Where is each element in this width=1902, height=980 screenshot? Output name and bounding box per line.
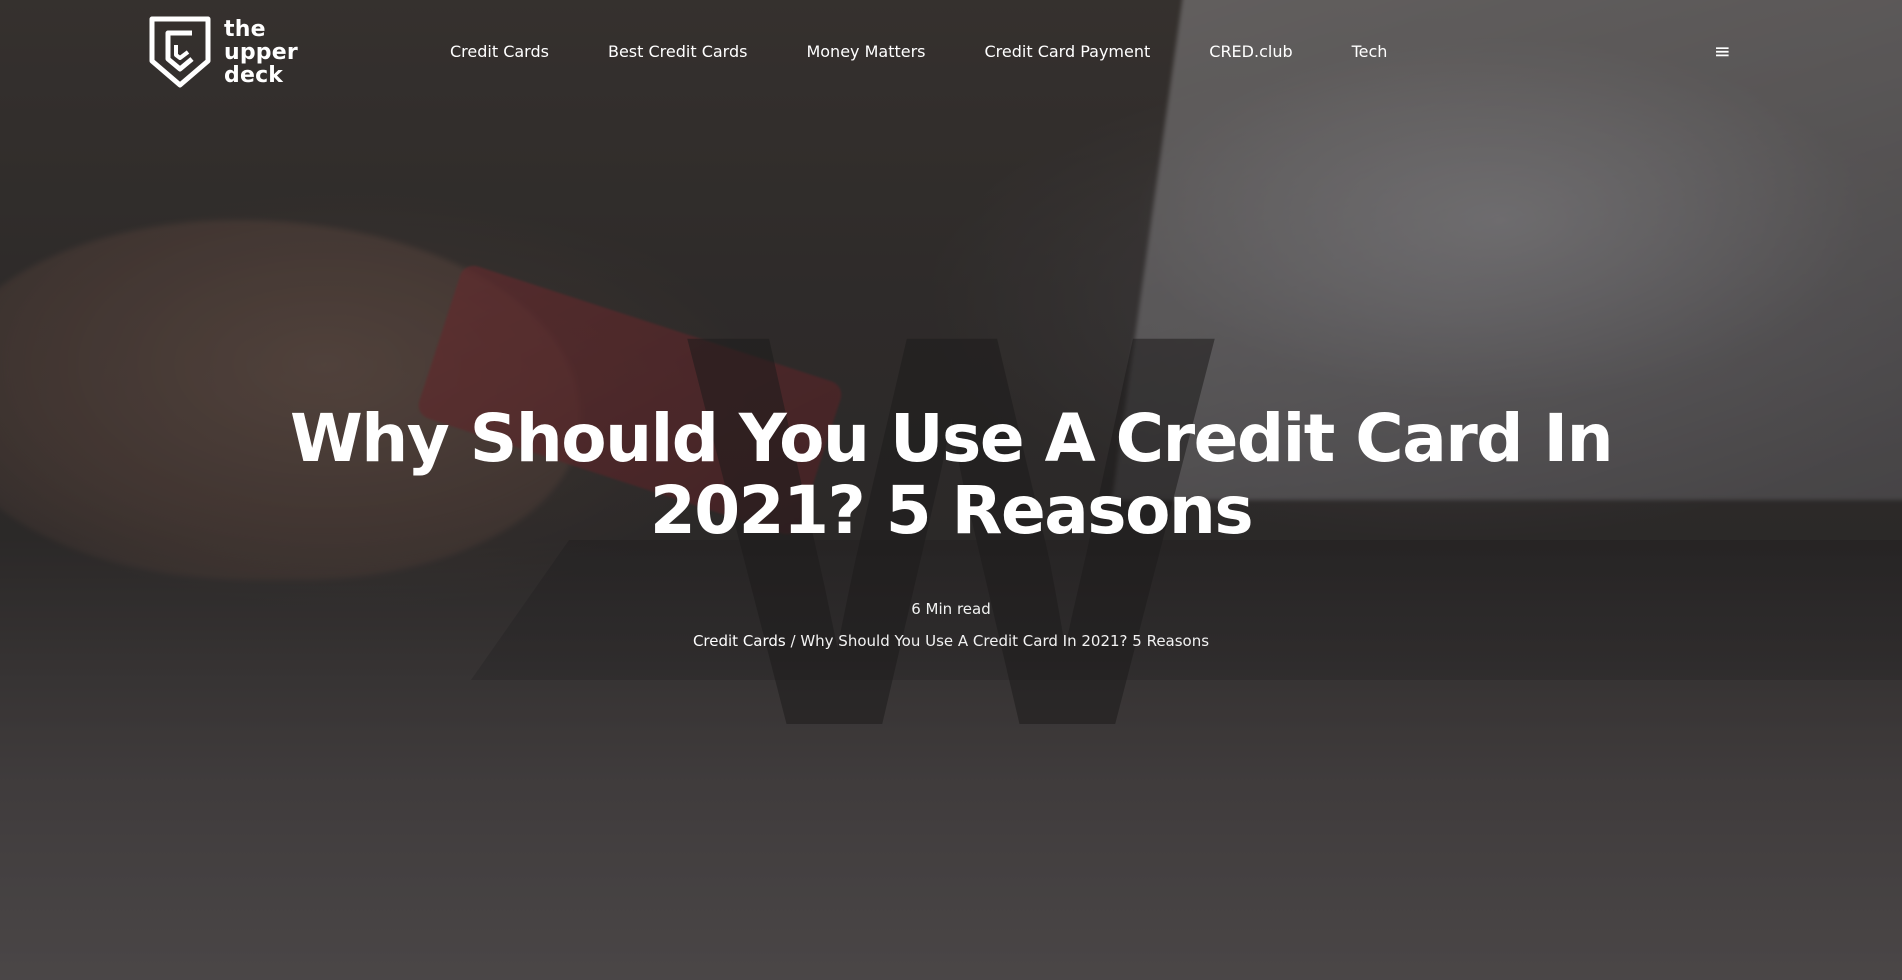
- nav-item-money-matters[interactable]: Money Matters: [806, 42, 925, 61]
- site-header: the upper deck Credit Cards Best Credit …: [0, 0, 1902, 106]
- site-logo[interactable]: the upper deck: [148, 15, 298, 89]
- logo-wordmark: the upper deck: [224, 18, 298, 87]
- hero-section: W the upper deck Credit Cards Best Credi…: [0, 0, 1902, 980]
- breadcrumb-category-link[interactable]: Credit Cards: [693, 632, 786, 650]
- read-time: 6 Min read: [911, 600, 991, 618]
- logo-line-3: deck: [224, 62, 284, 88]
- breadcrumb: Credit Cards / Why Should You Use A Cred…: [0, 632, 1902, 650]
- nav-item-credit-card-payment[interactable]: Credit Card Payment: [985, 42, 1151, 61]
- nav-item-best-credit-cards[interactable]: Best Credit Cards: [608, 42, 747, 61]
- breadcrumb-separator: /: [785, 632, 801, 650]
- hamburger-menu-icon[interactable]: ≡: [1714, 41, 1731, 61]
- logo-line-1: the: [224, 16, 266, 42]
- shield-logo-icon: [149, 16, 211, 88]
- nav-item-cred-club[interactable]: CRED.club: [1209, 42, 1292, 61]
- main-nav: Credit Cards Best Credit Cards Money Mat…: [450, 42, 1387, 61]
- logo-line-2: upper: [224, 39, 298, 65]
- nav-item-tech[interactable]: Tech: [1352, 42, 1388, 61]
- article-title: Why Should You Use A Credit Card In 2021…: [289, 400, 1614, 549]
- nav-item-credit-cards[interactable]: Credit Cards: [450, 42, 549, 61]
- breadcrumb-current: Why Should You Use A Credit Card In 2021…: [800, 632, 1210, 650]
